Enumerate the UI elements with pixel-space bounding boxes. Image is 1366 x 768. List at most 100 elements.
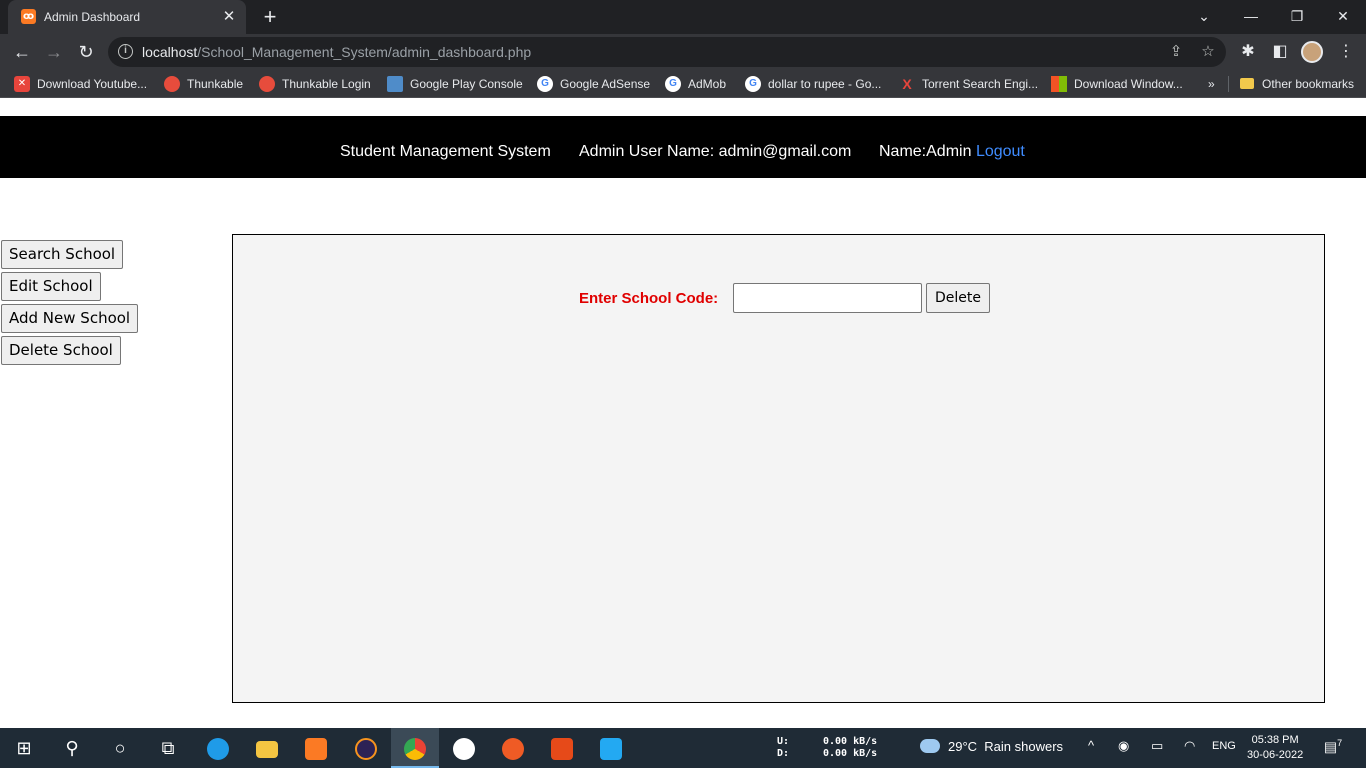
other-bookmarks[interactable]: Other bookmarks (1240, 75, 1354, 93)
bookmark-download-windows[interactable]: Download Window... (1051, 75, 1183, 93)
browser-toolbar: ← → ↻ i localhost/School_Management_Syst… (0, 34, 1366, 70)
network-speed-values: 0.00 kB/s 0.00 kB/s (823, 736, 877, 760)
language-indicator[interactable]: ENG (1212, 740, 1236, 752)
youtube-downloader-icon: ✕ (14, 75, 30, 92)
bookmark-label: Download Youtube... (37, 77, 148, 91)
delete-button[interactable]: Delete (926, 283, 990, 313)
postman-icon[interactable] (489, 728, 537, 768)
bookmark-thunkable-login[interactable]: Thunkable Login (259, 75, 371, 93)
logged-in-name: Name:Admin Logout (879, 143, 1025, 161)
bookmark-label: Thunkable (187, 77, 244, 91)
share-icon[interactable]: ⇪ (1166, 42, 1186, 62)
browser-tab-admin-dashboard[interactable]: ꝏ Admin Dashboard ✕ (8, 0, 246, 34)
bookmark-label: Thunkable Login (282, 77, 371, 91)
side-panel-icon[interactable]: ◧ (1266, 38, 1294, 66)
bookmark-thunkable[interactable]: Thunkable (164, 75, 243, 93)
wifi-icon[interactable]: ◠ (1184, 738, 1195, 754)
chrome-menu-icon[interactable]: ⋮ (1332, 38, 1360, 66)
folder-icon (1240, 78, 1254, 90)
bookmark-label: Google Play Console (410, 77, 523, 91)
school-code-label: Enter School Code: (579, 290, 719, 307)
network-speed-labels: U: D: (777, 736, 789, 760)
cortana-icon[interactable]: ○ (96, 728, 144, 768)
windows-start-icon[interactable]: ⊞ (0, 728, 48, 768)
weather-widget[interactable]: 29°C Rain showers (920, 739, 1063, 754)
url-text[interactable]: localhost/School_Management_System/admin… (142, 44, 531, 60)
weather-temp: 29°C (948, 739, 978, 754)
bookmark-label: Google AdSense (560, 77, 651, 91)
chrome-icon[interactable] (391, 728, 439, 768)
bookmark-star-icon[interactable]: ☆ (1198, 42, 1218, 62)
google-icon: G (665, 75, 681, 92)
bookmark-label: Torrent Search Engi... (922, 77, 1039, 91)
minimize-icon[interactable]: — (1228, 0, 1274, 34)
bookmark-google-play-console[interactable]: Google Play Console (387, 75, 523, 93)
forward-arrow-icon[interactable]: → (40, 38, 68, 66)
bookmark-label: AdMob (688, 77, 727, 91)
restore-icon[interactable]: ❐ (1274, 0, 1320, 34)
search-icon[interactable]: ⚲ (48, 728, 96, 768)
bookmarks-separator (1228, 76, 1229, 92)
site-info-icon[interactable]: i (118, 44, 133, 59)
xampp-favicon-icon: ꝏ (21, 9, 36, 24)
bookmark-label: Other bookmarks (1262, 77, 1355, 91)
url-path: /School_Management_System/admin_dashboar… (197, 44, 532, 60)
profile-avatar[interactable] (1301, 41, 1323, 63)
download-label: D: (777, 748, 790, 759)
back-arrow-icon[interactable]: ← (8, 38, 36, 66)
bookmarks-overflow-icon[interactable]: » (1208, 75, 1215, 93)
play-console-icon (387, 75, 403, 92)
google-icon: G (537, 75, 553, 92)
notification-center-icon[interactable]: ▤7 (1322, 738, 1344, 758)
bookmark-torrent-search[interactable]: X Torrent Search Engi... (899, 75, 1038, 93)
clock-date: 30-06-2022 (1247, 749, 1304, 761)
battery-icon[interactable]: ▭ (1151, 738, 1163, 754)
new-tab-icon[interactable]: + (258, 5, 282, 29)
thunkable-icon (164, 75, 180, 92)
close-window-icon[interactable]: ✕ (1320, 0, 1366, 34)
admin-name: Name:Admin (879, 143, 972, 160)
edge-icon[interactable] (194, 728, 242, 768)
app-name: Student Management System (340, 143, 551, 160)
record-icon[interactable]: ◉ (1118, 738, 1129, 754)
tab-search-chevron-icon[interactable]: ⌄ (1181, 0, 1227, 34)
reload-icon[interactable]: ↻ (72, 38, 100, 66)
eclipse-icon[interactable] (342, 728, 390, 768)
windows-taskbar: ⊞ ⚲ ○ ⧉ U: D: 0.00 kB/s 0.00 kB/s 29°C Rai… (0, 728, 1366, 768)
file-explorer-icon[interactable] (243, 728, 291, 768)
office-icon[interactable] (538, 728, 586, 768)
system-clock[interactable]: 05:38 PM 30-06-2022 (1247, 733, 1303, 763)
task-view-icon[interactable]: ⧉ (144, 728, 192, 768)
word-app-icon[interactable] (440, 728, 488, 768)
url-host: localhost (142, 44, 198, 60)
bookmark-label: dollar to rupee - Go... (768, 77, 882, 91)
site-header: Student Management System Admin User Nam… (0, 116, 1366, 178)
torrent-x-icon: X (902, 75, 912, 92)
download-speed: 0.00 kB/s (823, 748, 878, 759)
logout-link[interactable]: Logout (976, 143, 1025, 160)
edit-school-button[interactable]: Edit School (1, 272, 101, 301)
bookmarks-bar: ✕ Download Youtube... Thunkable Thunkable… (0, 70, 1366, 98)
upload-speed: 0.00 kB/s (823, 736, 878, 747)
bookmark-download-youtube[interactable]: ✕ Download Youtube... (14, 75, 147, 93)
address-bar[interactable]: i localhost/School_Management_System/adm… (108, 37, 1226, 67)
show-hidden-icons-icon[interactable]: ^ (1088, 738, 1094, 753)
xampp-icon[interactable] (292, 728, 340, 768)
delete-school-button[interactable]: Delete School (1, 336, 121, 365)
bookmark-admob[interactable]: G AdMob (665, 75, 726, 93)
bookmark-label: Download Window... (1074, 77, 1183, 91)
add-new-school-button[interactable]: Add New School (1, 304, 139, 333)
clock-time: 05:38 PM (1251, 734, 1299, 746)
tab-title: Admin Dashboard (44, 10, 141, 24)
google-icon: G (745, 75, 761, 92)
tab-close-icon[interactable]: ✕ (220, 8, 238, 26)
school-code-input[interactable] (733, 283, 922, 313)
bookmark-dollar-to-rupee[interactable]: Gdollar to rupee - Go... (745, 75, 881, 93)
vscode-icon[interactable] (587, 728, 635, 768)
weather-text: Rain showers (984, 739, 1064, 754)
thunkable-icon (259, 75, 275, 92)
search-school-button[interactable]: Search School (1, 240, 124, 269)
extensions-puzzle-icon[interactable]: ✱ (1234, 38, 1262, 66)
web-page: Student Management System Admin User Nam… (0, 98, 1366, 728)
bookmark-google-adsense[interactable]: G Google AdSense (537, 75, 650, 93)
